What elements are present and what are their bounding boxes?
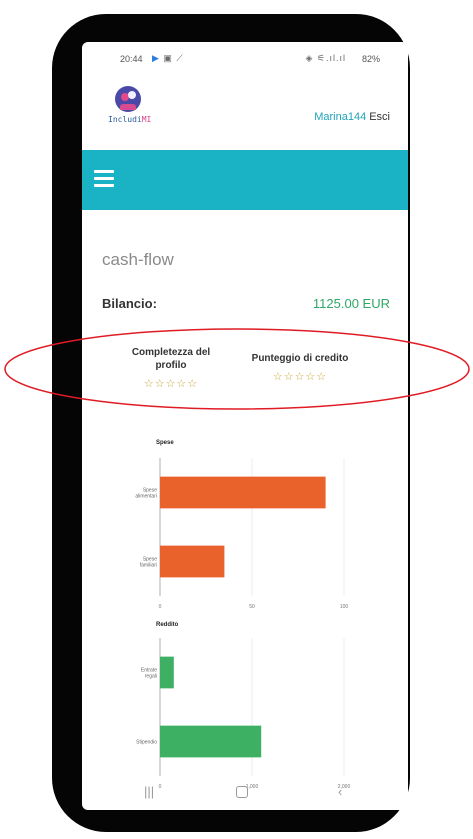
bar[interactable] <box>160 545 225 578</box>
x-tick-label: 50 <box>249 604 255 610</box>
username-link[interactable]: Marina144 <box>314 111 366 123</box>
page-title: cash-flow <box>102 250 174 269</box>
home-icon[interactable] <box>236 786 248 798</box>
x-tick-label: 0 <box>159 604 162 610</box>
status-bar: 20:44 ▶ ▣ ⟋ ◈ ⚟.ıl.ıl 82% <box>82 52 408 68</box>
navbar <box>82 150 408 210</box>
bar[interactable] <box>160 476 326 509</box>
back-icon[interactable]: ‹ <box>338 784 342 799</box>
balance-value: 1125.00 EUR <box>312 296 390 311</box>
bar[interactable] <box>160 725 262 758</box>
category-label: Stipendio <box>136 740 157 746</box>
credit-score-label: Punteggio di credito <box>251 353 349 364</box>
logout-link[interactable]: Esci <box>369 111 390 123</box>
bar[interactable] <box>160 656 174 689</box>
income-chart: Reddito 0 1,000 2,000 Entrate regali Stipendi… <box>104 620 354 790</box>
profile-completeness-label: Completezza del profilo <box>131 347 211 371</box>
star-rating-icon: ☆☆☆☆☆ <box>272 371 328 383</box>
app-logo[interactable]: IncludiMI <box>108 86 164 134</box>
recent-apps-icon[interactable]: ||| <box>144 784 154 799</box>
phone-screen: 20:44 ▶ ▣ ⟋ ◈ ⚟.ıl.ıl 82% IncludiMI Mari… <box>82 42 408 810</box>
x-tick-label: 100 <box>340 604 349 610</box>
income-chart-svg: 0 1,000 2,000EntrateregaliStipendio <box>136 638 350 790</box>
logo-text: IncludiMI <box>108 115 152 124</box>
battery-level: 82% <box>361 54 380 64</box>
menu-icon[interactable] <box>94 170 114 188</box>
user-area: Marina144 Esci <box>314 111 390 123</box>
balance-label: Bilancio: <box>102 296 157 311</box>
notification-icons: ▶ ▣ ⟋ <box>152 53 184 63</box>
status-time: 20:44 <box>120 54 143 64</box>
signal-icons: ◈ ⚟.ıl.ıl <box>305 53 346 63</box>
profile-completeness: Completezza del profilo ☆☆☆☆☆ <box>116 346 226 391</box>
category-label: familiari <box>140 563 157 569</box>
expenses-chart-svg: 0 50 100SpesealimentariSpesefamiliari <box>135 458 349 610</box>
system-nav-bar: ||| ‹ <box>82 770 408 810</box>
category-label: alimentari <box>135 494 157 500</box>
expenses-chart: Spese 0 50 100 Spese alimentari Spese familiar… <box>104 440 354 610</box>
credit-score: Punteggio di credito ☆☆☆☆☆ <box>240 352 360 384</box>
category-label: regali <box>145 674 157 680</box>
logo-icon <box>115 86 141 112</box>
star-rating-icon: ☆☆☆☆☆ <box>143 378 199 390</box>
